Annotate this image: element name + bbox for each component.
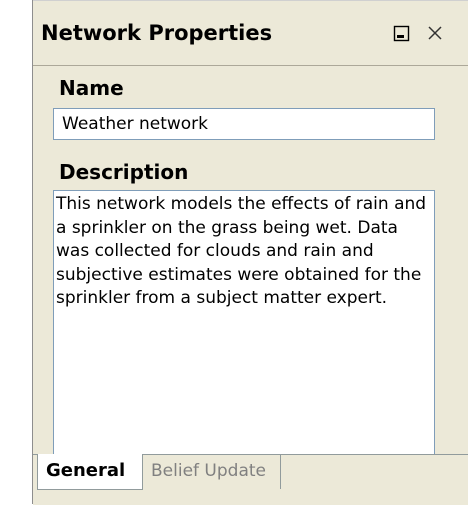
close-icon[interactable] <box>425 23 445 43</box>
tab-belief-update[interactable]: Belief Update <box>145 455 281 489</box>
panel-titlebar[interactable]: Network Properties <box>33 0 468 66</box>
restore-icon[interactable] <box>393 25 411 43</box>
network-properties-panel: Network Properties Name Description This… <box>32 0 468 505</box>
name-field[interactable] <box>53 108 435 140</box>
panel-content: Name Description This network models the… <box>33 66 468 500</box>
panel-title: Network Properties <box>41 21 273 45</box>
tab-strip: General Belief Update <box>33 454 468 505</box>
tab-general[interactable]: General <box>37 454 143 490</box>
name-label: Name <box>59 76 124 100</box>
description-label: Description <box>59 160 189 184</box>
